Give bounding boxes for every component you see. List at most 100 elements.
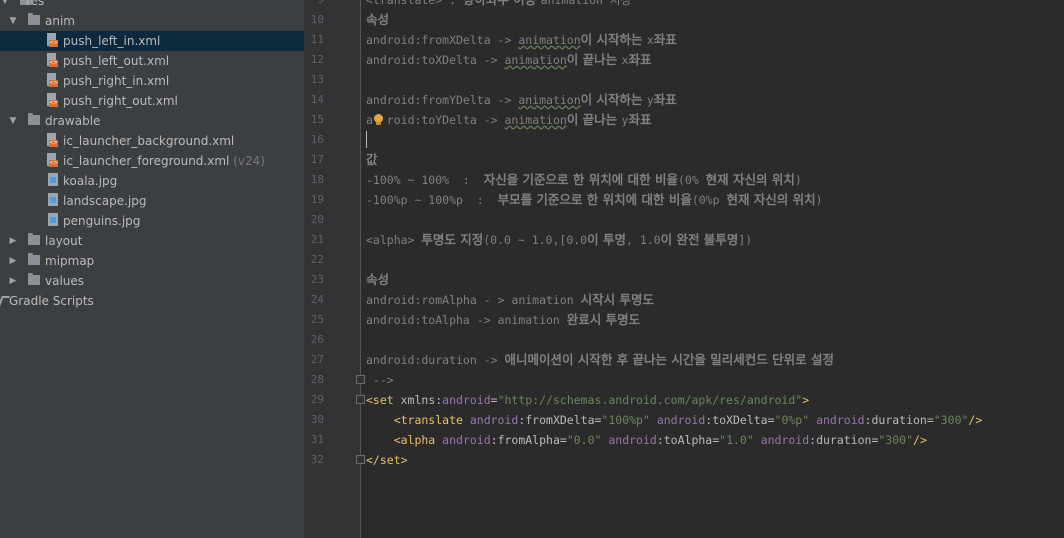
code-token: <set (366, 393, 401, 407)
expand-arrow-icon[interactable]: ▼ (0, 0, 10, 11)
tree-item-penguins-jpg[interactable]: penguins.jpg (0, 211, 304, 231)
expand-arrow-icon[interactable]: ▼ (8, 111, 18, 131)
tree-item-mipmap[interactable]: ▶ mipmap (0, 251, 304, 271)
line-number: 13 (310, 73, 324, 86)
folder-icon (28, 13, 40, 25)
line-number: 32 (310, 453, 324, 466)
tree-item-drawable[interactable]: ▼ drawable (0, 111, 304, 131)
code-token: "1.0" (719, 433, 761, 447)
line-number: 27 (310, 353, 324, 366)
tree-item-values[interactable]: ▶ values (0, 271, 304, 291)
tree-item-label: Gradle Scripts (9, 294, 94, 308)
line-number: 20 (310, 213, 324, 226)
tree-item-anim[interactable]: ▼ anim (0, 11, 304, 31)
tree-item-push-left-in-xml[interactable]: <> push_left_in.xml (0, 31, 304, 51)
line-number: 11 (310, 33, 324, 46)
code-token: animation (518, 93, 581, 107)
code-line: android:fromYDelta -> animation이 시작하는 y좌… (366, 90, 677, 110)
tree-item-push-left-out-xml[interactable]: <> push_left_out.xml (0, 51, 304, 71)
tree-item-label: push_left_in.xml (63, 34, 161, 48)
tree-item-push-right-in-xml[interactable]: <> push_right_in.xml (0, 71, 304, 91)
line-number: 21 (310, 233, 324, 246)
tree-item-label: push_right_out.xml (63, 94, 178, 108)
code-token: x (646, 33, 654, 47)
code-token: 좌표 (628, 52, 652, 67)
tree-item-label: push_left_out.xml (63, 54, 170, 68)
code-line: 값 (366, 150, 378, 170)
collapse-arrow-icon[interactable]: ▶ (8, 251, 18, 271)
line-number: 31 (310, 433, 324, 446)
tree-item-label: layout (45, 234, 83, 248)
code-token: 좌표 (653, 32, 677, 47)
xml-file-icon: <> (46, 33, 58, 48)
code-token: animation 지정 (540, 0, 632, 7)
tree-item-res[interactable]: ▼ res (0, 0, 304, 11)
code-token: a (366, 113, 373, 127)
code-token: roid:toYDelta -> (386, 113, 505, 127)
collapse-arrow-icon[interactable]: ▶ (8, 271, 18, 291)
code-token: 완료시 투명도 (566, 312, 641, 327)
code-line: </set> (366, 450, 408, 470)
line-number: 10 (310, 13, 324, 26)
code-token: 이 시작하는 (580, 32, 647, 47)
line-number: 9 (304, 0, 324, 10)
code-token: (0%p (691, 193, 727, 207)
tree-item-gradle-scripts[interactable]: Gradle Scripts (0, 291, 304, 311)
code-token: :duration= (864, 413, 934, 427)
code-token: android (816, 413, 865, 427)
line-number: 23 (310, 273, 324, 286)
code-token: <alpha> (366, 233, 422, 247)
code-line: a roid:toYDelta -> animation이 끝나는 y좌표 (366, 110, 651, 130)
xml-file-icon: <> (46, 53, 58, 68)
code-editor[interactable]: <translate> : 상하좌우 이동 animation 지정속성 andr… (361, 0, 1064, 538)
code-token: android:duration -> (366, 353, 505, 367)
intention-bulb-icon[interactable] (373, 114, 385, 126)
tree-item-ic-launcher-foreground-xml[interactable]: <> ic_launcher_foreground.xml (v24) (0, 151, 304, 171)
code-token: (0.0 ~ 1.0,[0.0 (483, 233, 588, 247)
folder-icon (28, 273, 40, 285)
code-token: </set> (366, 453, 408, 467)
xml-file-icon: <> (46, 93, 58, 108)
tree-item-landscape-jpg[interactable]: landscape.jpg (0, 191, 304, 211)
line-number: 26 (310, 333, 324, 346)
tree-item-koala-jpg[interactable]: koala.jpg (0, 171, 304, 191)
expand-arrow-icon[interactable]: ▼ (8, 11, 18, 31)
project-tree-panel[interactable]: ▼ res ▼ anim <> push_left_in.xml <> push_left_o… (0, 0, 304, 538)
code-token: android (442, 433, 491, 447)
code-line: android:toXDelta -> animation이 끝나는 x좌표 (366, 50, 651, 70)
code-token: "300" (933, 413, 969, 427)
code-line: 속성 (366, 270, 389, 290)
tree-item-push-right-out-xml[interactable]: <> push_right_out.xml (0, 91, 304, 111)
line-number: 18 (310, 173, 324, 186)
code-token: animation (518, 33, 581, 47)
line-number: 30 (310, 413, 324, 426)
code-token: 이 완전 불투명 (660, 232, 739, 247)
code-line: android:duration -> 애니메이션이 시작한 후 끝나는 시간을… (366, 350, 834, 370)
line-number: 22 (310, 253, 324, 266)
code-token: 이 투명 (587, 232, 626, 247)
code-token: 값 (366, 152, 378, 167)
code-token: 좌표 (653, 92, 677, 107)
code-line: <alpha android:fromAlpha="0.0" android:t… (366, 430, 927, 450)
code-token: :toAlpha= (656, 433, 720, 447)
line-number: 14 (310, 93, 324, 106)
code-token: android:toAlpha -> animation (366, 313, 567, 327)
code-token: 현재 자신의 위치 (705, 172, 795, 187)
code-token: 상하좌우 이동 (463, 0, 541, 7)
code-token: -100% ~ 100% : (366, 173, 484, 187)
tree-item-label: res (26, 0, 45, 8)
tree-item-layout[interactable]: ▶ layout (0, 231, 304, 251)
fold-marker-icon[interactable] (356, 455, 365, 464)
image-file-icon (48, 193, 59, 207)
collapse-arrow-icon[interactable]: ▶ (8, 231, 18, 251)
code-token: "100%p" (601, 413, 657, 427)
tree-item-ic-launcher-background-xml[interactable]: <> ic_launcher_background.xml (0, 131, 304, 151)
code-token: ]) (738, 233, 753, 247)
code-token: "300" (878, 433, 914, 447)
fold-marker-icon[interactable] (356, 375, 365, 384)
line-number: 15 (310, 113, 324, 126)
code-line: <alpha> 투명도 지정(0.0 ~ 1.0,[0.0이 투명, 1.0이 … (366, 230, 752, 250)
fold-marker-icon[interactable] (356, 395, 365, 404)
code-token: android (760, 433, 810, 447)
tree-item-label: values (45, 274, 85, 288)
